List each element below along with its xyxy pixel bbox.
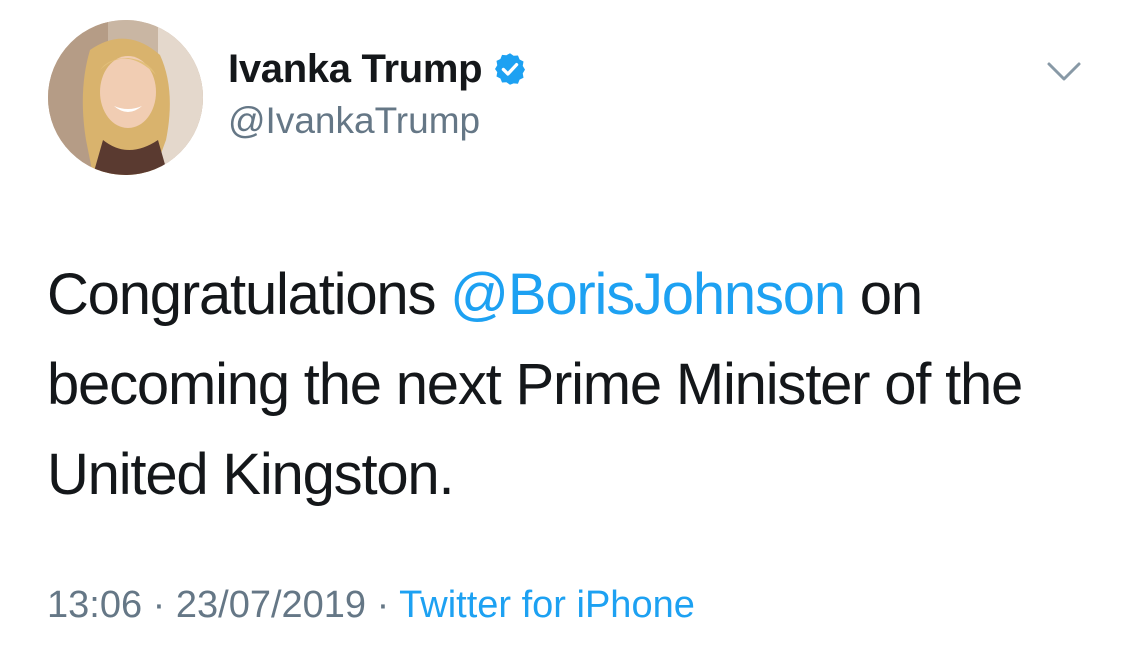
- tweet-text: Congratulations @BorisJohnson on becomin…: [47, 250, 1087, 520]
- tweet-text-before: Congratulations: [47, 262, 451, 327]
- tweet-time: 13:06: [47, 584, 143, 626]
- tweet-card: Ivanka Trump @IvankaTrump Congratulation…: [0, 0, 1125, 669]
- display-name-row: Ivanka Trump: [228, 44, 528, 94]
- profile-photo-icon: [48, 20, 203, 175]
- tweet-meta: 13:06 · 23/07/2019 · Twitter for iPhone: [47, 584, 695, 627]
- verified-badge-icon: [495, 53, 526, 85]
- user-handle[interactable]: @IvankaTrump: [228, 100, 480, 142]
- tweet-source-link[interactable]: Twitter for iPhone: [399, 584, 695, 626]
- tweet-date[interactable]: 23/07/2019: [176, 584, 366, 626]
- display-name[interactable]: Ivanka Trump: [228, 47, 483, 92]
- meta-separator: ·: [142, 584, 176, 626]
- chevron-down-icon[interactable]: [1044, 58, 1084, 86]
- mention-link[interactable]: @BorisJohnson: [450, 262, 846, 327]
- meta-separator: ·: [366, 584, 400, 626]
- avatar[interactable]: [48, 20, 203, 175]
